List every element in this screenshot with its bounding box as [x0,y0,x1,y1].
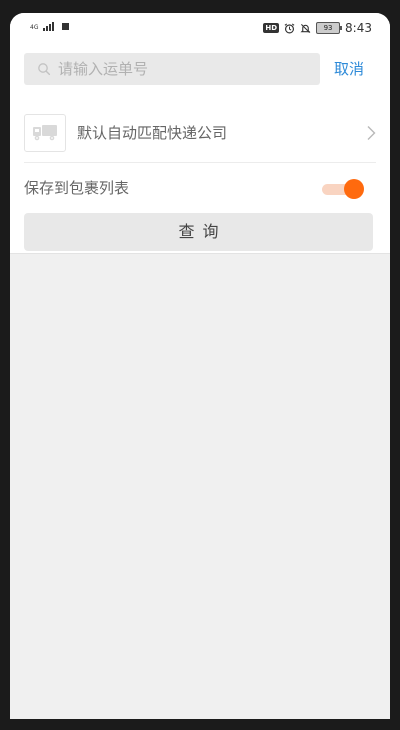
cancel-button[interactable]: 取消 [334,53,364,85]
query-panel: 取消 默认自动匹配快递公司 [10,45,390,254]
status-bar: 4G HD 93 8:43 [10,13,390,45]
toggle-knob [344,179,364,199]
query-button[interactable]: 查询 [24,213,373,251]
truck-icon [33,125,57,141]
signal-icon [43,22,55,31]
save-to-list-label: 保存到包裹列表 [24,179,130,197]
network-type-label: 4G [30,24,39,31]
clock: 8:43 [345,21,372,35]
status-left: 4G [30,22,70,31]
app-screen: 4G HD 93 8:43 请输入运单号 取消 默认自动匹配快递公司 保存到包裹… [10,13,390,719]
search-icon [38,63,51,76]
chevron-right-icon [367,126,376,140]
courier-logo [24,114,66,152]
mute-icon [300,23,311,33]
courier-company-label: 默认自动匹配快递公司 [77,124,228,142]
notification-icon [62,23,70,30]
save-to-list-row: 保存到包裹列表 [10,163,390,213]
battery-icon: 93 [316,22,343,34]
search-box[interactable] [24,53,320,85]
search-row: 取消 [10,45,390,105]
save-to-list-toggle[interactable] [322,178,366,200]
phone-frame: 4G HD 93 8:43 请输入运单号 取消 默认自动匹配快递公司 保存到包裹… [0,0,400,730]
hd-badge: HD [263,23,280,33]
status-right: HD 93 8:43 [263,21,372,35]
courier-company-selector[interactable]: 默认自动匹配快递公司 [10,103,390,163]
alarm-icon [284,22,295,33]
tracking-number-input[interactable] [58,53,308,85]
